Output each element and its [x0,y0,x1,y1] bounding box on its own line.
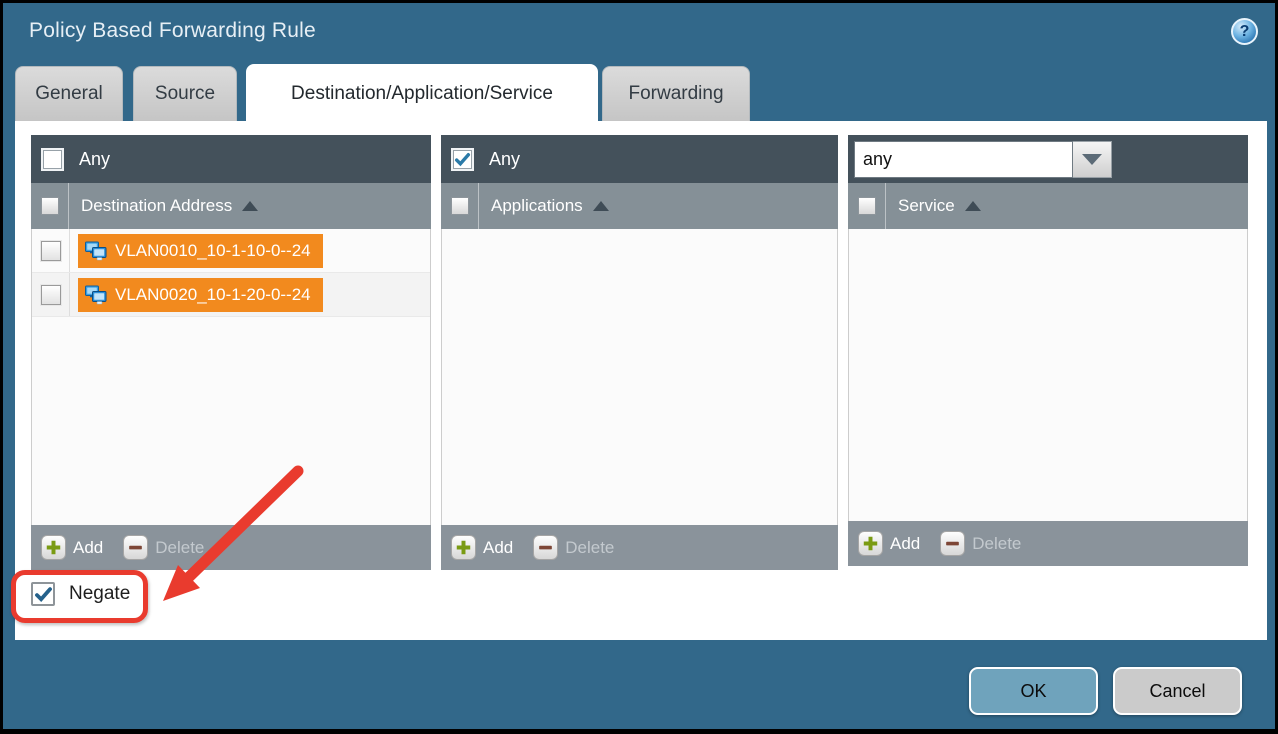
destination-footer: Add Delete [31,525,431,570]
applications-header-sort[interactable]: Applications [479,183,609,229]
delete-button[interactable]: Delete [123,535,204,560]
row-checkbox[interactable] [41,285,61,305]
sort-ascending-icon [242,201,258,211]
plus-icon [858,531,883,556]
add-button-label: Add [890,534,920,554]
service-list [848,229,1248,521]
address-object-icon [84,283,108,307]
applications-column-header: Applications [441,183,838,229]
minus-icon [940,531,965,556]
delete-button-label: Delete [155,538,204,558]
service-column: any Service [848,135,1248,566]
negate-label: Negate [69,583,130,605]
cancel-button-label: Cancel [1149,681,1205,702]
applications-any-bar: Any [441,135,838,183]
tab-source-label: Source [155,83,215,105]
service-select-all-checkbox[interactable] [858,197,876,215]
destination-any-checkbox[interactable] [41,148,64,171]
destination-header-label: Destination Address [81,196,232,216]
add-button[interactable]: Add [41,535,103,560]
add-button[interactable]: Add [451,535,513,560]
tab-das-label: Destination/Application/Service [291,83,553,105]
plus-icon [41,535,66,560]
add-button[interactable]: Add [858,531,920,556]
negate-control: Negate [31,582,130,606]
tab-destination-application-service[interactable]: Destination/Application/Service [246,64,598,124]
dialog-title: Policy Based Forwarding Rule [29,19,316,43]
service-dropdown[interactable]: any [854,141,1112,178]
destination-header-sort[interactable]: Destination Address [69,183,258,229]
negate-checkbox[interactable] [31,582,55,606]
service-dropdown-button[interactable] [1073,141,1112,178]
minus-icon [123,535,148,560]
table-row[interactable]: VLAN0010_10-1-10-0--24 [32,229,430,273]
address-object-label: VLAN0010_10-1-10-0--24 [115,241,311,261]
cancel-button[interactable]: Cancel [1113,667,1242,715]
address-object-icon [84,239,108,263]
ok-button[interactable]: OK [969,667,1098,715]
destination-any-bar: Any [31,135,431,183]
add-button-label: Add [73,538,103,558]
delete-button[interactable]: Delete [533,535,614,560]
address-object-label: VLAN0020_10-1-20-0--24 [115,285,311,305]
service-header-label: Service [898,196,955,216]
delete-button-label: Delete [972,534,1021,554]
service-dropdown-value[interactable]: any [854,141,1073,178]
tab-content-panel: Any Destination Address [15,121,1267,640]
ok-button-label: OK [1020,681,1046,702]
applications-list [441,229,838,525]
address-object-chip[interactable]: VLAN0020_10-1-20-0--24 [78,278,323,312]
destination-column-header: Destination Address [31,183,431,229]
applications-column: Any Applications [441,135,838,570]
chevron-down-icon [1082,154,1102,165]
destination-address-column: Any Destination Address [31,135,431,570]
screenshot: Policy Based Forwarding Rule ? General S… [0,0,1278,734]
help-icon[interactable]: ? [1231,18,1258,45]
applications-any-label: Any [489,149,520,170]
minus-icon [533,535,558,560]
row-checkbox[interactable] [41,241,61,261]
table-row[interactable]: VLAN0020_10-1-20-0--24 [32,273,430,317]
service-footer: Add Delete [848,521,1248,566]
tab-general-label: General [35,83,103,105]
applications-select-all-checkbox[interactable] [451,197,469,215]
tab-source[interactable]: Source [133,66,237,121]
applications-footer: Add Delete [441,525,838,570]
applications-any-checkbox[interactable] [451,148,474,171]
service-header-sort[interactable]: Service [886,183,981,229]
sort-ascending-icon [593,201,609,211]
tab-general[interactable]: General [15,66,123,121]
service-column-header: Service [848,183,1248,229]
delete-button-label: Delete [565,538,614,558]
tab-forwarding[interactable]: Forwarding [602,66,750,121]
pbf-rule-dialog: Policy Based Forwarding Rule ? General S… [3,3,1275,729]
tab-forwarding-label: Forwarding [628,83,723,105]
sort-ascending-icon [965,201,981,211]
delete-button[interactable]: Delete [940,531,1021,556]
address-object-chip[interactable]: VLAN0010_10-1-10-0--24 [78,234,323,268]
plus-icon [451,535,476,560]
destination-select-all-checkbox[interactable] [41,197,59,215]
destination-list: VLAN0010_10-1-10-0--24 [31,229,431,525]
service-dropdown-bar: any [848,135,1248,183]
add-button-label: Add [483,538,513,558]
destination-any-label: Any [79,149,110,170]
applications-header-label: Applications [491,196,583,216]
